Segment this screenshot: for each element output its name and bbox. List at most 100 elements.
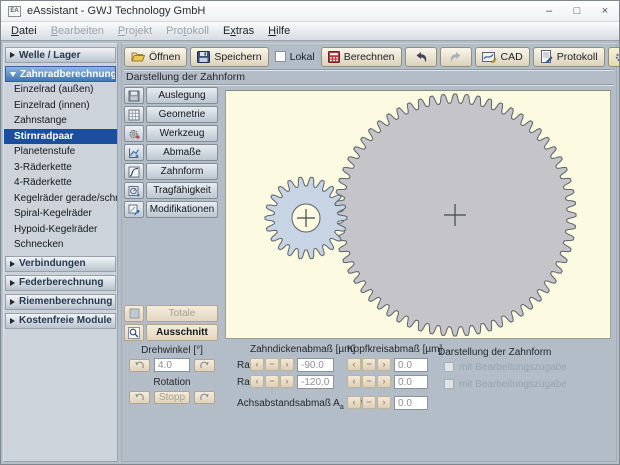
modifikationen-icon-button[interactable] [124,201,144,218]
sidebar-item-kegelraeder[interactable]: Kegelräder gerade/schräg [4,191,117,207]
werkzeug-icon-button[interactable] [124,125,144,142]
sidebar-item-3-raederkette[interactable]: 3-Räderkette [4,160,117,176]
minimize-button[interactable]: – [535,1,563,21]
menu-bar: Datei Bearbeiten Projekt Protokoll Extra… [1,22,619,41]
sidebar-item-spiral-kegelraeder[interactable]: Spiral-Kegelräder [4,206,117,222]
menu-extras[interactable]: Extras [216,23,261,39]
chevron-right-icon [10,52,15,58]
rad2-kopfkreis-prev-button[interactable]: ‹ [347,375,361,388]
protocol-button[interactable]: Protokoll [533,47,605,67]
rad1-zahndicke-input[interactable] [297,358,334,372]
sidebar-header-kostenfreie-module[interactable]: Kostenfreie Module [5,313,116,329]
rotation-ccw-button[interactable] [129,391,150,404]
sidebar-header-verbindungen[interactable]: Verbindungen [5,256,116,272]
sidebar-navigation: Welle / Lager Zahnradberechnung Einzelra… [3,43,118,462]
auslegung-icon-button[interactable] [124,87,144,104]
totale-icon-button[interactable] [124,305,144,322]
zahnform-button[interactable]: Zahnform [146,163,218,180]
totale-button[interactable]: Totale [146,305,218,322]
sidebar-item-zahnstange[interactable]: Zahnstange [4,113,117,129]
sidebar-item-einzelrad-innen[interactable]: Einzelrad (innen) [4,98,117,114]
rad2-kopfkreis-reset-button[interactable]: − [362,375,376,388]
rad1-kopfkreis-input[interactable] [394,358,428,372]
rotate-right-step-button[interactable] [194,359,215,372]
redo-button[interactable] [440,47,472,67]
drehwinkel-input[interactable] [154,358,190,372]
achsabstand-input[interactable] [394,396,428,410]
app-icon: EA [8,6,21,17]
sidebar-item-einzelrad-aussen[interactable]: Einzelrad (außen) [4,82,117,98]
rad1-kopfkreis-prev-button[interactable]: ‹ [347,358,361,371]
cad-icon [482,51,497,63]
abmasse-icon-button[interactable] [124,144,144,161]
rad2-zahndicke-reset-button[interactable]: − [265,375,279,388]
ausschnitt-button[interactable]: Ausschnitt [146,324,218,341]
rotate-ccw-icon [134,393,145,402]
rad2-kopfkreis-input[interactable] [394,375,428,389]
save-button[interactable]: Speichern [190,47,268,67]
open-folder-icon [131,51,145,63]
stop-button[interactable]: Stopp [154,391,190,404]
modifikationen-button[interactable]: Modifikationen [146,201,218,218]
undo-button[interactable] [405,47,437,67]
rad2-zahndicke-next-button[interactable]: › [280,375,294,388]
gear-view-canvas[interactable] [225,90,611,339]
sidebar-header-welle-lager[interactable]: Welle / Lager [5,47,116,63]
calculate-button[interactable]: Berechnen [321,47,402,67]
geometrie-button[interactable]: Geometrie [146,106,218,123]
sidebar-item-planetenstufe[interactable]: Planetenstufe [4,144,117,160]
menu-hilfe[interactable]: Hilfe [261,23,297,39]
local-checkbox-label: Lokal [290,51,315,63]
achsabstand-reset-button[interactable]: − [362,396,376,409]
chevron-right-icon [10,299,15,305]
sidebar-header-riemenberechnung[interactable]: Riemenberechnung [5,294,116,310]
sidebar-item-stirnradpaar[interactable]: Stirnradpaar [4,129,117,145]
abmasse-button[interactable]: Abmaße [146,144,218,161]
settings-button[interactable]: Einstellungen [608,47,620,67]
cad-button[interactable]: CAD [475,47,530,67]
main-content: Öffnen Speichern Lokal Berechnen [121,43,617,462]
achsabstand-prev-button[interactable]: ‹ [347,396,361,409]
protocol-document-icon [540,50,553,63]
zahnform-icon-button[interactable] [124,163,144,180]
rotate-left-step-button[interactable] [129,359,150,372]
tool-gear-icon [128,128,140,140]
menu-protokoll[interactable]: Protokoll [159,23,216,39]
tragfaehigkeit-icon-button[interactable] [124,182,144,199]
rotate-left-icon [134,361,145,370]
werkzeug-button[interactable]: Werkzeug [146,125,218,142]
rad1-zahndicke-reset-button[interactable]: − [265,358,279,371]
bearbeitungszugabe-checkbox-2[interactable] [444,379,454,389]
rad1-zahndicke-next-button[interactable]: › [280,358,294,371]
calculator-icon [328,51,340,63]
rad2-kopfkreis-next-button[interactable]: › [377,375,391,388]
close-button[interactable]: × [591,1,619,21]
local-checkbox[interactable] [275,51,286,62]
geometrie-icon-button[interactable] [124,106,144,123]
tragfaehigkeit-button[interactable]: Tragfähigkeit [146,182,218,199]
sidebar-item-hypoid-kegelraeder[interactable]: Hypoid-Kegelräder [4,222,117,238]
menu-bearbeiten[interactable]: Bearbeiten [44,23,111,39]
sidebar-item-4-raederkette[interactable]: 4-Räderkette [4,175,117,191]
rotation-cw-button[interactable] [194,391,215,404]
achsabstand-next-button[interactable]: › [377,396,391,409]
sidebar-header-zahnradberechnung[interactable]: Zahnradberechnung [5,66,116,82]
chevron-down-icon [10,72,16,77]
bearbeitungszugabe-checkbox-1[interactable] [444,362,454,372]
auslegung-button[interactable]: Auslegung [146,87,218,104]
rad1-kopfkreis-next-button[interactable]: › [377,358,391,371]
open-button[interactable]: Öffnen [124,47,187,67]
sidebar-item-schnecken[interactable]: Schnecken [4,237,117,253]
ausschnitt-icon-button[interactable] [124,324,144,341]
rad1-kopfkreis-reset-button[interactable]: − [362,358,376,371]
kopfkreis-header: Kopfkreisabmaß [µm] [347,344,442,355]
rad2-zahndicke-prev-button[interactable]: ‹ [250,375,264,388]
sidebar-header-federberechnung[interactable]: Federberechnung [5,275,116,291]
menu-datei[interactable]: Datei [4,23,44,39]
menu-projekt[interactable]: Projekt [111,23,159,39]
rad1-zahndicke-prev-button[interactable]: ‹ [250,358,264,371]
tolerances-chart-icon [128,147,140,159]
rad2-zahndicke-input[interactable] [297,375,334,389]
maximize-button[interactable]: □ [563,1,591,21]
tooth-form-icon [128,166,140,178]
